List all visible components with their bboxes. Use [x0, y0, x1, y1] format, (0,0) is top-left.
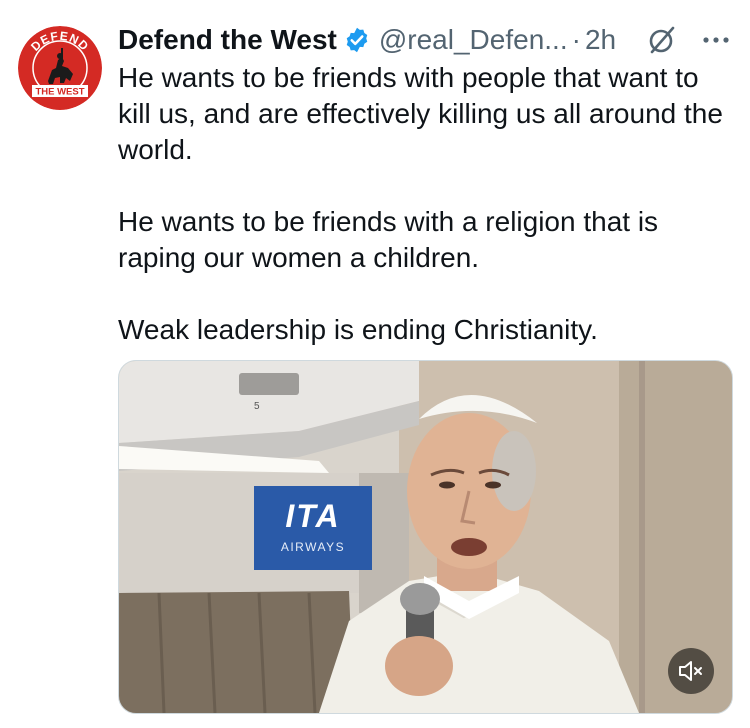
tweet-header: Defend the West @real_Defen... · 2h	[118, 20, 732, 60]
video-frame: 5 ITA AIRWAYS	[119, 361, 732, 713]
speaker-muted-icon	[679, 661, 702, 681]
tweet-paragraph-3: Weak leadership is ending Christianity.	[118, 314, 598, 345]
separator-dot: ·	[571, 24, 581, 55]
tweet-paragraph-2: He wants to be friends with a religion t…	[118, 206, 659, 273]
display-name[interactable]: Defend the West	[118, 20, 337, 60]
avatar[interactable]: DEFEND THE WEST	[18, 26, 102, 110]
user-handle[interactable]: @real_Defen...	[379, 20, 568, 60]
tweet-text: He wants to be friends with people that …	[118, 60, 738, 348]
avatar-bottom-text: THE WEST	[35, 87, 84, 98]
tweet-paragraph-1: He wants to be friends with people that …	[118, 62, 723, 165]
sign-subtitle: AIRWAYS	[281, 540, 345, 554]
grok-icon[interactable]	[646, 24, 678, 56]
tweet-video[interactable]: 5 ITA AIRWAYS	[118, 360, 733, 714]
seat-number-label: 5	[254, 401, 260, 412]
mute-button[interactable]	[668, 648, 714, 694]
sign-logo: ITA	[285, 498, 340, 534]
verified-badge-icon	[343, 26, 371, 54]
avatar-logo: DEFEND THE WEST	[18, 26, 102, 110]
timestamp[interactable]: 2h	[585, 20, 616, 60]
more-dots-icon[interactable]	[700, 24, 732, 56]
